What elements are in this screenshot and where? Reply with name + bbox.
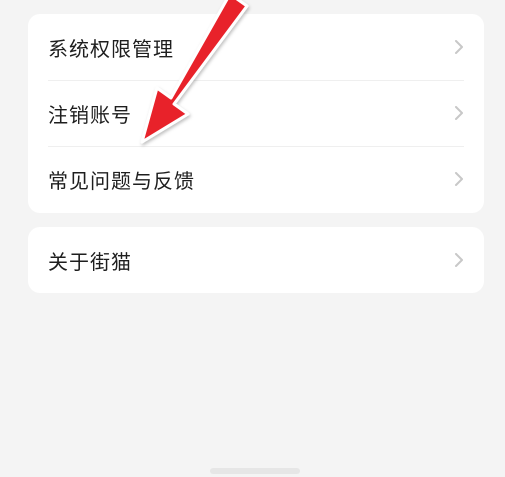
menu-item-label: 系统权限管理 [48,36,174,61]
menu-item-label: 关于街猫 [48,249,132,274]
chevron-right-icon [455,40,463,54]
menu-item-label: 常见问题与反馈 [48,168,195,193]
about-card: 关于街猫 [28,227,484,293]
chevron-right-icon [455,172,463,186]
menu-item-faq-feedback[interactable]: 常见问题与反馈 [28,146,484,212]
menu-item-about[interactable]: 关于街猫 [28,227,484,293]
chevron-right-icon [455,253,463,267]
settings-screen: 系统权限管理 注销账号 常见问题与反馈 关于街猫 [0,0,505,477]
settings-menu-card: 系统权限管理 注销账号 常见问题与反馈 [28,14,484,213]
menu-item-system-permissions[interactable]: 系统权限管理 [28,14,484,80]
chevron-right-icon [455,106,463,120]
menu-item-delete-account[interactable]: 注销账号 [28,80,484,146]
menu-item-label: 注销账号 [48,102,132,127]
home-indicator [210,468,300,474]
